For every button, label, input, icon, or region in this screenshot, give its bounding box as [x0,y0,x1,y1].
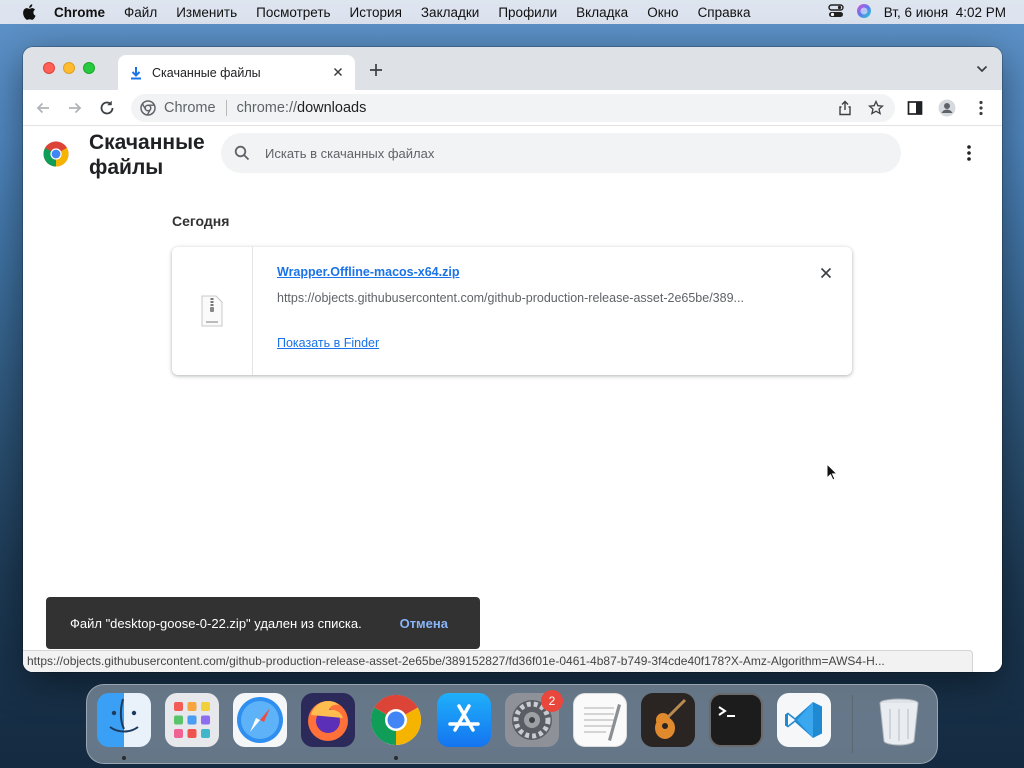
toast-notification: Файл "desktop-goose-0-22.zip" удален из … [46,597,480,649]
downloads-page: Скачанные файлы Искать в скачанных файла… [23,127,1002,672]
chrome-site-icon[interactable] [140,100,156,116]
remove-download-icon[interactable] [820,267,832,279]
undo-button[interactable]: Отмена [400,616,448,631]
chrome-logo-icon [43,141,69,167]
menu-datetime[interactable]: Вт, 6 июня 4:02 PM [884,5,1006,20]
toolbar: Chrome chrome:// downloads [23,90,1002,126]
url-scheme: chrome:// [236,100,298,116]
dock-trash-icon[interactable] [872,693,926,747]
menu-extras: Вт, 6 июня 4:02 PM [828,0,1006,24]
address-bar[interactable]: Chrome chrome:// downloads [131,94,895,122]
apple-menu-icon[interactable] [18,0,40,24]
omnibox-divider [225,100,227,116]
control-center-icon[interactable] [828,3,844,21]
dock-app-store-icon[interactable] [437,693,491,747]
dock-textedit-icon[interactable] [573,693,627,747]
toast-message: Файл "desktop-goose-0-22.zip" удален из … [70,615,362,631]
file-icon-column [172,247,253,375]
back-icon[interactable] [34,99,52,117]
window-close-button[interactable] [43,62,55,74]
bookmark-star-icon[interactable] [868,100,884,116]
tab-title: Скачанные файлы [152,65,261,80]
menu-app-name[interactable]: Chrome [54,5,115,20]
settings-notification-badge: 2 [541,690,563,712]
menu-edit[interactable]: Изменить [167,5,247,20]
menu-bookmarks[interactable]: Закладки [411,5,488,20]
zip-file-icon [201,295,223,327]
browser-menu-icon[interactable] [972,99,990,117]
forward-icon[interactable] [66,99,84,117]
finder-running-indicator [122,756,126,760]
side-panel-icon[interactable] [906,99,924,117]
site-label: Chrome [164,100,216,116]
window-minimize-button[interactable] [63,62,75,74]
dock-separator [852,695,853,753]
dock-garageband-icon[interactable] [641,693,695,747]
reload-icon[interactable] [98,99,116,117]
search-placeholder: Искать в скачанных файлах [265,145,435,161]
chrome-running-indicator [394,756,398,760]
menu-tab[interactable]: Вкладка [567,5,638,20]
mouse-cursor-icon [826,463,838,481]
date-header: Сегодня [172,213,230,229]
url-host: downloads [297,100,367,116]
dock-launchpad-icon[interactable] [165,693,219,747]
downloads-search-input[interactable]: Искать в скачанных файлах [221,133,901,173]
menu-window[interactable]: Окно [638,5,688,20]
chevron-down-icon[interactable] [976,64,988,74]
window-zoom-button[interactable] [83,62,95,74]
search-icon [234,145,250,161]
dock-firefox-icon[interactable] [301,693,355,747]
menu-help[interactable]: Справка [688,5,760,20]
download-source-url: https://objects.githubusercontent.com/gi… [277,291,744,305]
download-item: Wrapper.Offline-macos-x64.zip https://ob… [172,247,852,375]
dock-safari-icon[interactable] [233,693,287,747]
page-title: Скачанные файлы [89,131,205,179]
tab-close-icon[interactable] [331,65,345,79]
dock-chrome-icon[interactable] [369,693,423,747]
profile-avatar-icon[interactable] [938,99,956,117]
menu-file[interactable]: Файл [115,5,167,20]
status-bubble: https://objects.githubusercontent.com/gi… [23,650,973,672]
dock-finder-icon[interactable] [97,693,151,747]
menu-profiles[interactable]: Профили [489,5,567,20]
menu-view[interactable]: Посмотреть [247,5,340,20]
download-filename-link[interactable]: Wrapper.Offline-macos-x64.zip [277,265,459,279]
dock-terminal-icon[interactable] [709,693,763,747]
browser-window: Скачанные файлы Chrome chrome:// downloa… [23,47,1002,672]
new-tab-icon[interactable] [368,62,384,78]
tab-strip: Скачанные файлы [23,47,1002,90]
dock-vscode-icon[interactable] [777,693,831,747]
menu-history[interactable]: История [340,5,411,20]
dock: 2 [86,684,938,764]
download-icon [131,66,141,79]
siri-icon[interactable] [856,3,872,22]
menu-bar: Chrome Файл Изменить Посмотреть История … [0,0,1024,24]
more-actions-icon[interactable] [966,144,972,162]
share-icon[interactable] [837,100,853,116]
show-in-finder-link[interactable]: Показать в Finder [277,336,379,350]
tab-downloads[interactable]: Скачанные файлы [118,55,355,90]
